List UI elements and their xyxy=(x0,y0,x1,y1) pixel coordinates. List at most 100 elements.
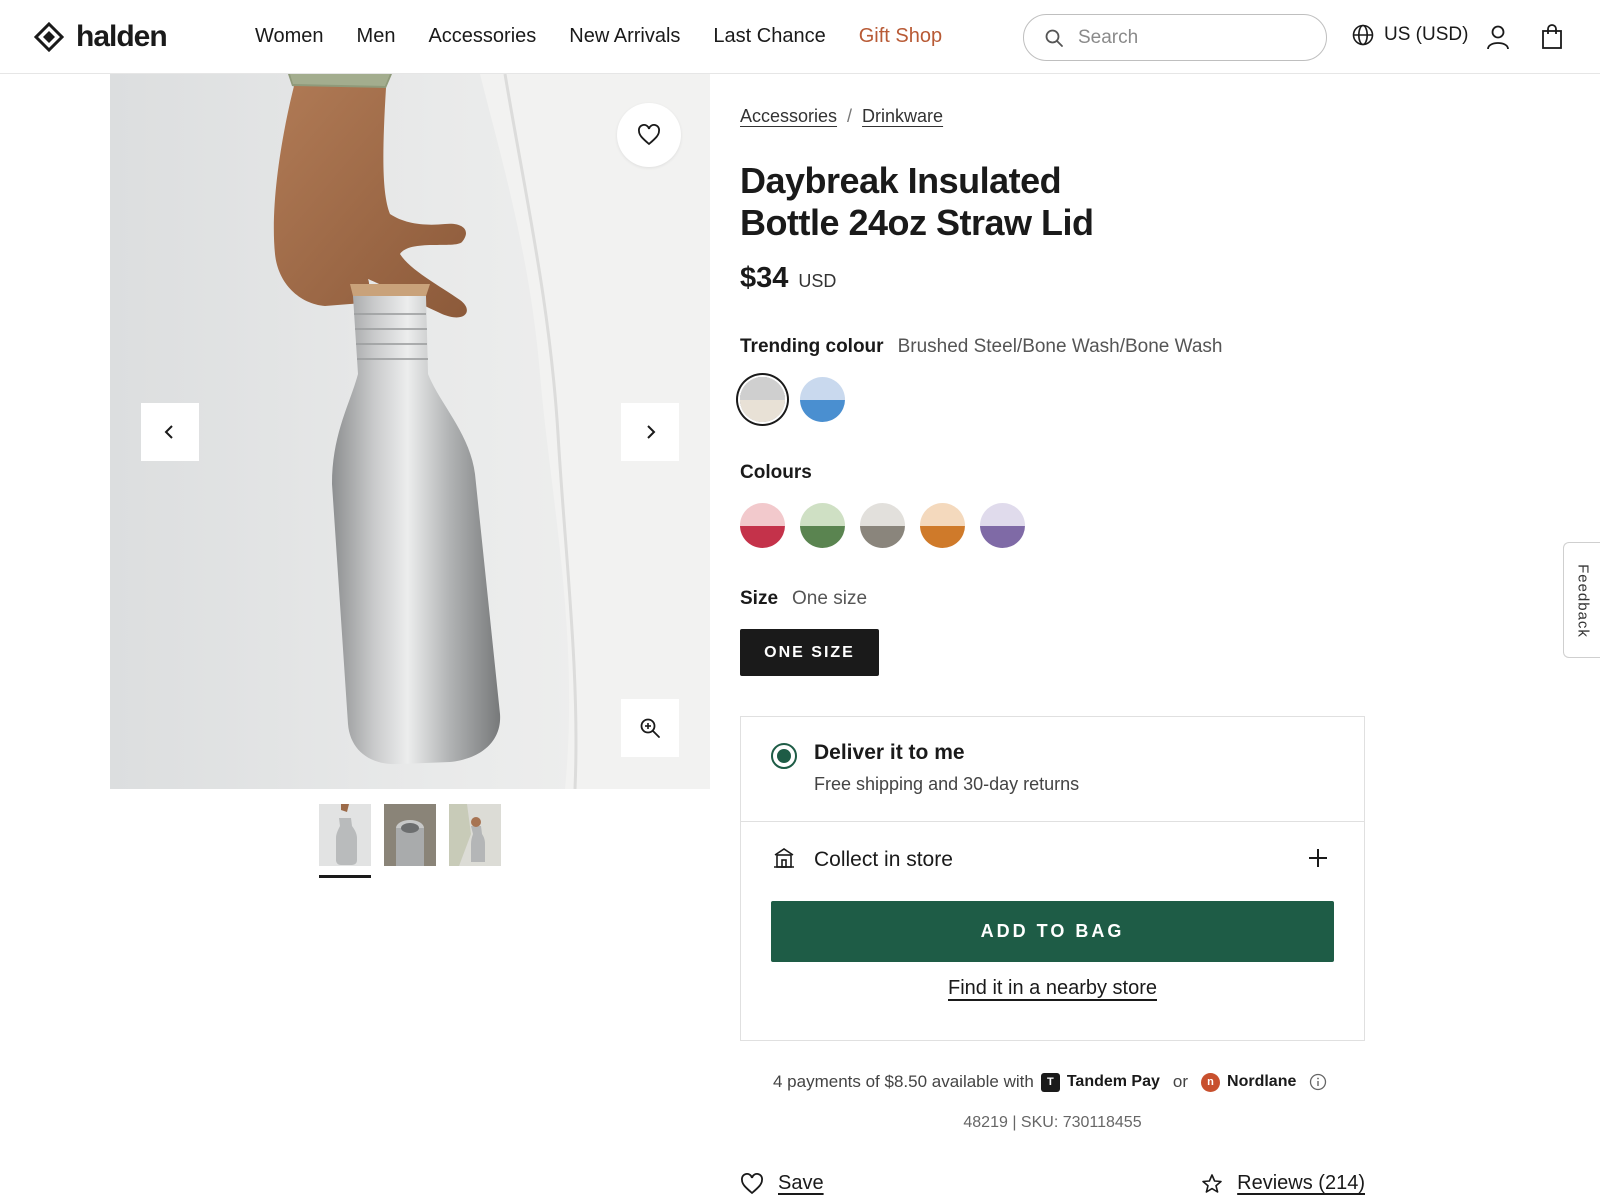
plus-icon[interactable] xyxy=(1307,847,1329,869)
swatch-bottom-half xyxy=(980,525,1025,548)
fulfilment-panel: Deliver it to me Free shipping and 30-da… xyxy=(740,716,1365,1041)
swatch-top-half xyxy=(740,503,785,526)
colours-row: Colours xyxy=(740,462,812,484)
heart-icon xyxy=(638,124,660,146)
size-label: Size xyxy=(740,588,779,609)
gallery-thumbnails xyxy=(319,804,501,866)
reviews-link[interactable]: Reviews (214) xyxy=(1201,1172,1365,1195)
colour-swatch-1[interactable] xyxy=(740,503,785,548)
colour-swatch-5[interactable] xyxy=(980,503,1025,548)
payment-options: 4 payments of $8.50 available with T Tan… xyxy=(773,1072,1327,1092)
swatch-top-half xyxy=(800,377,845,400)
trending-colour-row: Trending colour Brushed Steel/Bone Wash/… xyxy=(740,336,1223,358)
product-price: $34 USD xyxy=(740,262,836,295)
add-to-bag-button[interactable]: ADD TO BAG xyxy=(771,901,1334,962)
product-title: Daybreak Insulated Bottle 24oz Straw Lid xyxy=(740,160,1160,244)
swatch-bottom-half xyxy=(800,399,845,422)
deliver-subtitle: Free shipping and 30-day returns xyxy=(814,774,1080,794)
find-nearby-store: Find it in a nearby store xyxy=(741,977,1364,1000)
swatch-top-half xyxy=(740,377,785,400)
size-row: Size One size xyxy=(740,588,867,610)
tandem-pay-logo: T xyxy=(1040,1072,1060,1092)
nav-last-chance[interactable]: Last Chance xyxy=(713,25,825,48)
breadcrumb-drinkware[interactable]: Drinkware xyxy=(862,106,943,127)
swatch-bottom-half xyxy=(740,399,785,422)
trending-colour-label: Trending colour xyxy=(740,336,884,357)
size-value: One size xyxy=(792,588,868,609)
chevron-right-icon xyxy=(647,425,656,439)
chevron-left-icon xyxy=(164,425,173,439)
size-one-size-button[interactable]: ONE SIZE xyxy=(740,629,879,676)
diamond-logo-icon xyxy=(34,22,64,52)
active-thumbnail-indicator xyxy=(319,875,371,878)
reviews-label: Reviews (214) xyxy=(1237,1172,1365,1194)
product-title-line-2: Bottle 24oz Straw Lid xyxy=(740,202,1094,243)
brand-logo[interactable]: halden xyxy=(34,20,168,54)
product-gallery[interactable] xyxy=(110,74,710,789)
nav-accessories[interactable]: Accessories xyxy=(428,25,536,48)
zoom-in-icon xyxy=(640,718,660,738)
heart-icon xyxy=(741,1172,763,1194)
nav-gift-shop[interactable]: Gift Shop xyxy=(859,25,942,48)
nordlane-logo: n xyxy=(1201,1072,1221,1092)
nordlane-name[interactable]: Nordlane xyxy=(1227,1073,1296,1091)
info-icon[interactable] xyxy=(1309,1073,1327,1091)
save-button[interactable]: Save xyxy=(740,1172,824,1195)
swatch-top-half xyxy=(860,503,905,526)
colour-swatch-2[interactable] xyxy=(800,503,845,548)
thumbnail-1[interactable] xyxy=(319,804,371,866)
globe-icon xyxy=(1352,24,1374,46)
user-icon[interactable] xyxy=(1486,24,1510,50)
shopping-bag-icon[interactable] xyxy=(1540,24,1564,50)
feedback-tab[interactable]: Feedback xyxy=(1563,542,1600,658)
trending-colour-swatch-1[interactable] xyxy=(740,377,785,422)
colour-swatch-3[interactable] xyxy=(860,503,905,548)
thumbnail-2[interactable] xyxy=(384,804,436,866)
nav-new-arrivals[interactable]: New Arrivals xyxy=(569,25,680,48)
breadcrumb-accessories[interactable]: Accessories xyxy=(740,106,837,127)
gallery-next-button[interactable] xyxy=(621,403,679,461)
search-box[interactable] xyxy=(1023,14,1327,61)
swatch-bottom-half xyxy=(860,525,905,548)
colour-swatch-4[interactable] xyxy=(920,503,965,548)
nav-men[interactable]: Men xyxy=(357,25,396,48)
region-selector[interactable]: US (USD) xyxy=(1352,24,1468,46)
brand-name: halden xyxy=(76,20,168,53)
search-icon xyxy=(1045,29,1063,47)
favorite-button[interactable] xyxy=(617,103,681,167)
swatch-bottom-half xyxy=(800,525,845,548)
payments-text: 4 payments of $8.50 available with xyxy=(773,1072,1034,1091)
trending-colour-swatch-2[interactable] xyxy=(800,377,845,422)
tandem-pay-name[interactable]: Tandem Pay xyxy=(1067,1073,1160,1091)
thumbnail-3[interactable] xyxy=(449,804,501,866)
gallery-prev-button[interactable] xyxy=(141,403,199,461)
price-amount: $34 xyxy=(740,262,789,294)
colour-swatches xyxy=(740,503,1025,548)
breadcrumb: Accessories / Drinkware xyxy=(740,106,943,127)
save-label: Save xyxy=(778,1172,824,1194)
product-image xyxy=(110,74,710,789)
deliver-option[interactable]: Deliver it to me Free shipping and 30-da… xyxy=(741,717,1364,822)
price-currency: USD xyxy=(798,271,837,291)
find-nearby-store-link[interactable]: Find it in a nearby store xyxy=(948,977,1157,999)
trending-swatches xyxy=(740,377,845,422)
feedback-label: Feedback xyxy=(1574,564,1592,638)
collect-in-store-option[interactable]: Collect in store xyxy=(741,823,1364,895)
payments-or: or xyxy=(1172,1072,1189,1091)
swatch-top-half xyxy=(980,503,1025,526)
search-input[interactable] xyxy=(1078,26,1298,49)
region-label: US (USD) xyxy=(1384,24,1469,45)
swatch-top-half xyxy=(920,503,965,526)
site-header: halden Women Men Accessories New Arrival… xyxy=(0,0,1600,74)
collect-in-store-label: Collect in store xyxy=(814,848,953,871)
zoom-button[interactable] xyxy=(621,699,679,757)
colours-label: Colours xyxy=(740,462,812,483)
deliver-radio[interactable] xyxy=(771,743,797,769)
product-title-line-1: Daybreak Insulated xyxy=(740,160,1062,201)
deliver-title: Deliver it to me xyxy=(814,741,965,764)
swatch-top-half xyxy=(800,503,845,526)
swatch-bottom-half xyxy=(920,525,965,548)
trending-colour-value: Brushed Steel/Bone Wash/Bone Wash xyxy=(897,336,1223,357)
product-sku: 48219 | SKU: 730118455 xyxy=(963,1114,1142,1131)
nav-women[interactable]: Women xyxy=(255,25,324,48)
